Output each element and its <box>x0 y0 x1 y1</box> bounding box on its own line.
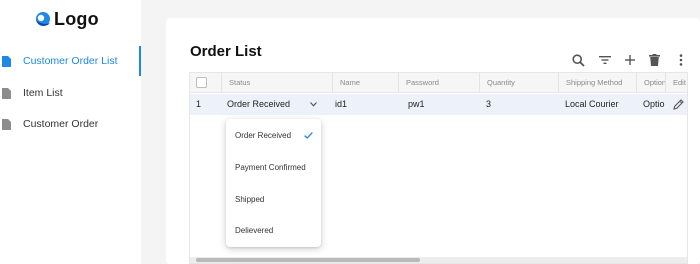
filter-icon <box>599 56 611 64</box>
column-header-shipping-method[interactable]: Shipping Method <box>558 73 636 93</box>
page-title: Order List <box>190 43 262 60</box>
status-select[interactable]: Order Received <box>227 94 323 115</box>
option-label: Order Received <box>235 131 292 140</box>
scrollbar-thumb[interactable] <box>196 258 420 262</box>
add-button[interactable] <box>622 52 638 68</box>
status-dropdown-menu: Order Received Payment Confirmed Shipped… <box>226 119 321 247</box>
column-header-password[interactable]: Password <box>398 73 479 93</box>
add-icon <box>625 55 635 65</box>
logo-text: Logo <box>54 9 99 29</box>
row-index: 1 <box>196 99 202 109</box>
chevron-down-icon <box>310 102 317 107</box>
cell-shipping-method: Local Courier <box>565 99 619 109</box>
grid-header: Status Name Password Quantity Shipping M… <box>190 73 687 93</box>
column-header-name[interactable]: Name <box>332 73 398 93</box>
delete-icon <box>648 54 660 66</box>
document-icon <box>2 87 11 99</box>
column-header-status[interactable]: Status <box>221 73 332 93</box>
check-icon <box>304 132 313 139</box>
cell-option: Optio <box>643 99 665 109</box>
cell-name: id1 <box>335 99 348 109</box>
search-icon <box>571 53 585 67</box>
delete-button[interactable] <box>646 52 662 68</box>
logo-icon <box>36 12 50 26</box>
filter-button[interactable] <box>597 52 613 68</box>
document-icon <box>2 118 11 130</box>
sidebar: Logo Customer Order List Item List Custo… <box>0 0 141 264</box>
sidebar-item-label: Customer Order <box>23 118 99 130</box>
status-option-delievered[interactable]: Delievered <box>226 215 321 247</box>
horizontal-scrollbar[interactable] <box>190 257 687 263</box>
column-header-quantity[interactable]: Quantity <box>479 73 558 93</box>
option-label: Delievered <box>235 226 274 235</box>
cell-quantity: 3 <box>486 99 492 109</box>
column-header-option[interactable]: Option <box>636 73 665 93</box>
sidebar-item-customer-order-list[interactable]: Customer Order List <box>0 46 141 76</box>
sidebar-item-customer-order[interactable]: Customer Order <box>0 109 141 139</box>
sidebar-item-label: Customer Order List <box>23 55 118 67</box>
logo[interactable]: Logo <box>34 9 99 30</box>
table-row[interactable]: 1 Order Received id1 pw1 3 Local Courier… <box>190 94 687 115</box>
status-option-shipped[interactable]: Shipped <box>226 184 321 216</box>
edit-pencil-icon <box>673 99 684 110</box>
search-button[interactable] <box>570 52 586 68</box>
status-value: Order Received <box>227 99 291 109</box>
document-icon <box>2 55 11 67</box>
select-all-column <box>190 73 221 93</box>
edit-button[interactable] <box>672 94 686 115</box>
more-vert-icon <box>679 54 683 66</box>
select-all-checkbox[interactable] <box>196 77 207 88</box>
more-options-button[interactable] <box>673 52 689 68</box>
option-label: Payment Confirmed <box>235 163 306 172</box>
cell-password: pw1 <box>408 99 425 109</box>
column-header-edit[interactable]: Edit <box>665 73 687 93</box>
status-option-order-received[interactable]: Order Received <box>226 120 321 152</box>
option-label: Shipped <box>235 195 265 204</box>
sidebar-item-item-list[interactable]: Item List <box>0 78 141 108</box>
status-option-payment-confirmed[interactable]: Payment Confirmed <box>226 152 321 184</box>
sidebar-item-label: Item List <box>23 87 63 99</box>
